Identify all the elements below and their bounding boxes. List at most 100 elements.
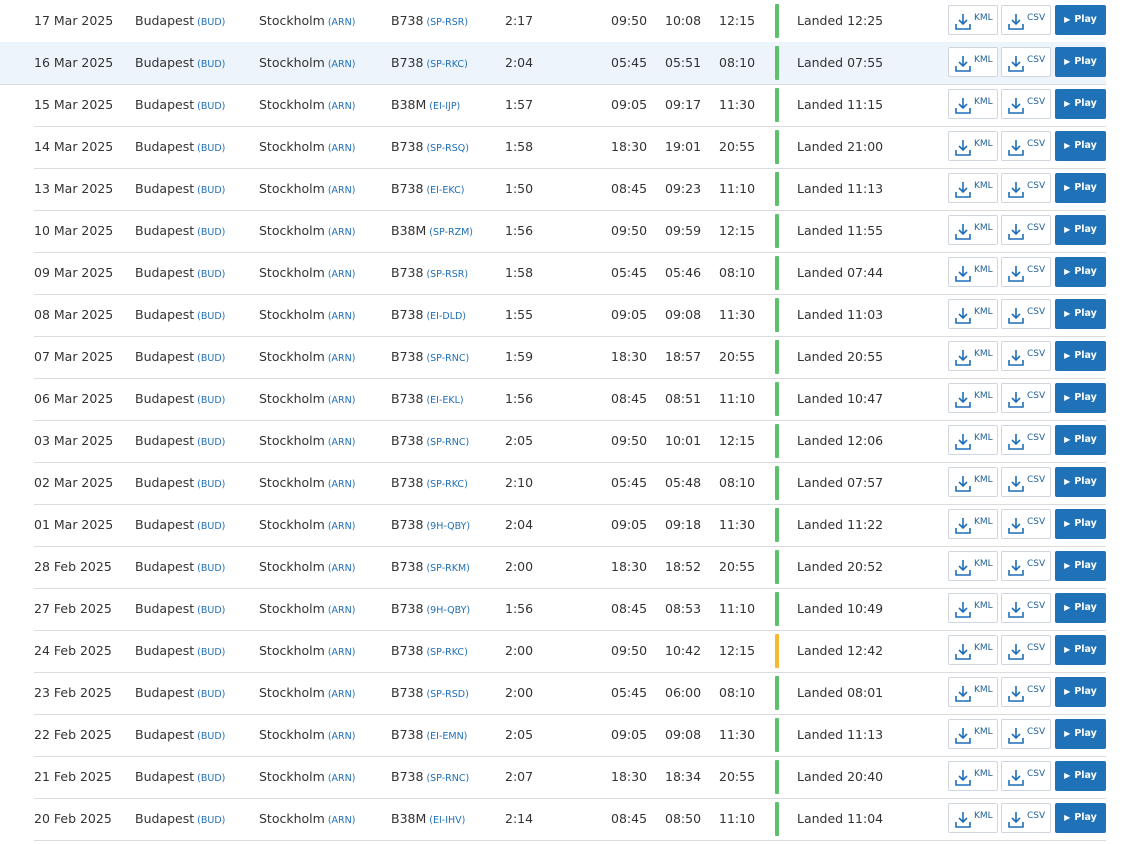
csv-download-button[interactable]: CSV: [1001, 341, 1051, 371]
kml-download-button[interactable]: KML: [948, 89, 998, 119]
csv-download-button[interactable]: CSV: [1001, 131, 1051, 161]
table-row[interactable]: 24 Feb 2025 Budapest (BUD) Stockholm (ARN)…: [34, 630, 1106, 673]
destination-code-link[interactable]: (ARN): [328, 731, 356, 742]
origin-code-link[interactable]: (BUD): [197, 269, 225, 280]
csv-download-button[interactable]: CSV: [1001, 47, 1051, 77]
kml-download-button[interactable]: KML: [948, 509, 998, 539]
destination-code-link[interactable]: (ARN): [328, 605, 356, 616]
destination-code-link[interactable]: (ARN): [328, 311, 356, 322]
play-button[interactable]: ▶ Play: [1055, 467, 1106, 497]
registration-link[interactable]: (SP-RSD): [426, 689, 468, 700]
kml-download-button[interactable]: KML: [948, 467, 998, 497]
kml-download-button[interactable]: KML: [948, 215, 998, 245]
registration-link[interactable]: (9H-QBY): [426, 605, 470, 616]
csv-download-button[interactable]: CSV: [1001, 299, 1051, 329]
csv-download-button[interactable]: CSV: [1001, 257, 1051, 287]
play-button[interactable]: ▶ Play: [1055, 131, 1106, 161]
table-row[interactable]: 15 Mar 2025 Budapest (BUD) Stockholm (ARN)…: [34, 84, 1106, 127]
table-row[interactable]: 02 Mar 2025 Budapest (BUD) Stockholm (ARN)…: [34, 462, 1106, 505]
origin-code-link[interactable]: (BUD): [197, 227, 225, 238]
play-button[interactable]: ▶ Play: [1055, 5, 1106, 35]
origin-code-link[interactable]: (BUD): [197, 605, 225, 616]
destination-code-link[interactable]: (ARN): [328, 269, 356, 280]
table-row[interactable]: 07 Mar 2025 Budapest (BUD) Stockholm (ARN)…: [34, 336, 1106, 379]
registration-link[interactable]: (SP-RKC): [426, 647, 467, 658]
csv-download-button[interactable]: CSV: [1001, 803, 1051, 833]
csv-download-button[interactable]: CSV: [1001, 425, 1051, 455]
play-button[interactable]: ▶ Play: [1055, 425, 1106, 455]
csv-download-button[interactable]: CSV: [1001, 173, 1051, 203]
kml-download-button[interactable]: KML: [948, 719, 998, 749]
registration-link[interactable]: (SP-RKC): [426, 479, 467, 490]
origin-code-link[interactable]: (BUD): [197, 395, 225, 406]
table-row[interactable]: 14 Mar 2025 Budapest (BUD) Stockholm (ARN)…: [34, 126, 1106, 169]
registration-link[interactable]: (9H-QBY): [426, 521, 470, 532]
registration-link[interactable]: (SP-RNC): [426, 353, 469, 364]
table-row[interactable]: 20 Feb 2025 Budapest (BUD) Stockholm (ARN)…: [34, 798, 1106, 841]
table-row[interactable]: 22 Feb 2025 Budapest (BUD) Stockholm (ARN)…: [34, 714, 1106, 757]
origin-code-link[interactable]: (BUD): [197, 185, 225, 196]
play-button[interactable]: ▶ Play: [1055, 299, 1106, 329]
play-button[interactable]: ▶ Play: [1055, 551, 1106, 581]
origin-code-link[interactable]: (BUD): [197, 311, 225, 322]
csv-download-button[interactable]: CSV: [1001, 89, 1051, 119]
table-row[interactable]: 23 Feb 2025 Budapest (BUD) Stockholm (ARN)…: [34, 672, 1106, 715]
registration-link[interactable]: (EI-EMN): [426, 731, 467, 742]
play-button[interactable]: ▶ Play: [1055, 761, 1106, 791]
destination-code-link[interactable]: (ARN): [328, 479, 356, 490]
destination-code-link[interactable]: (ARN): [328, 773, 356, 784]
kml-download-button[interactable]: KML: [948, 257, 998, 287]
csv-download-button[interactable]: CSV: [1001, 215, 1051, 245]
registration-link[interactable]: (SP-RKC): [426, 59, 467, 70]
csv-download-button[interactable]: CSV: [1001, 383, 1051, 413]
table-row[interactable]: 27 Feb 2025 Budapest (BUD) Stockholm (ARN)…: [34, 588, 1106, 631]
destination-code-link[interactable]: (ARN): [328, 395, 356, 406]
destination-code-link[interactable]: (ARN): [328, 521, 356, 532]
table-row[interactable]: 01 Mar 2025 Budapest (BUD) Stockholm (ARN)…: [34, 504, 1106, 547]
kml-download-button[interactable]: KML: [948, 47, 998, 77]
kml-download-button[interactable]: KML: [948, 383, 998, 413]
destination-code-link[interactable]: (ARN): [328, 647, 356, 658]
registration-link[interactable]: (SP-RKM): [426, 563, 469, 574]
csv-download-button[interactable]: CSV: [1001, 593, 1051, 623]
csv-download-button[interactable]: CSV: [1001, 635, 1051, 665]
origin-code-link[interactable]: (BUD): [197, 773, 225, 784]
origin-code-link[interactable]: (BUD): [197, 689, 225, 700]
play-button[interactable]: ▶ Play: [1055, 47, 1106, 77]
table-row[interactable]: 16 Mar 2025 Budapest (BUD) Stockholm (ARN)…: [0, 42, 1106, 85]
play-button[interactable]: ▶ Play: [1055, 677, 1106, 707]
csv-download-button[interactable]: CSV: [1001, 5, 1051, 35]
origin-code-link[interactable]: (BUD): [197, 815, 225, 826]
play-button[interactable]: ▶ Play: [1055, 719, 1106, 749]
csv-download-button[interactable]: CSV: [1001, 551, 1051, 581]
kml-download-button[interactable]: KML: [948, 677, 998, 707]
registration-link[interactable]: (EI-EKC): [426, 185, 464, 196]
kml-download-button[interactable]: KML: [948, 299, 998, 329]
csv-download-button[interactable]: CSV: [1001, 719, 1051, 749]
play-button[interactable]: ▶ Play: [1055, 257, 1106, 287]
table-row[interactable]: 17 Mar 2025 Budapest (BUD) Stockholm (ARN)…: [34, 0, 1106, 43]
origin-code-link[interactable]: (BUD): [197, 101, 225, 112]
registration-link[interactable]: (EI-IJP): [429, 101, 460, 112]
origin-code-link[interactable]: (BUD): [197, 353, 225, 364]
kml-download-button[interactable]: KML: [948, 593, 998, 623]
play-button[interactable]: ▶ Play: [1055, 635, 1106, 665]
play-button[interactable]: ▶ Play: [1055, 341, 1106, 371]
kml-download-button[interactable]: KML: [948, 803, 998, 833]
kml-download-button[interactable]: KML: [948, 131, 998, 161]
registration-link[interactable]: (EI-DLD): [426, 311, 466, 322]
table-row[interactable]: 28 Feb 2025 Budapest (BUD) Stockholm (ARN)…: [34, 546, 1106, 589]
csv-download-button[interactable]: CSV: [1001, 761, 1051, 791]
origin-code-link[interactable]: (BUD): [197, 479, 225, 490]
registration-link[interactable]: (SP-RNC): [426, 773, 469, 784]
play-button[interactable]: ▶ Play: [1055, 89, 1106, 119]
origin-code-link[interactable]: (BUD): [197, 59, 225, 70]
registration-link[interactable]: (EI-IHV): [429, 815, 465, 826]
play-button[interactable]: ▶ Play: [1055, 215, 1106, 245]
csv-download-button[interactable]: CSV: [1001, 677, 1051, 707]
play-button[interactable]: ▶ Play: [1055, 173, 1106, 203]
csv-download-button[interactable]: CSV: [1001, 509, 1051, 539]
registration-link[interactable]: (EI-EKL): [426, 395, 463, 406]
registration-link[interactable]: (SP-RSR): [426, 269, 468, 280]
destination-code-link[interactable]: (ARN): [328, 353, 356, 364]
